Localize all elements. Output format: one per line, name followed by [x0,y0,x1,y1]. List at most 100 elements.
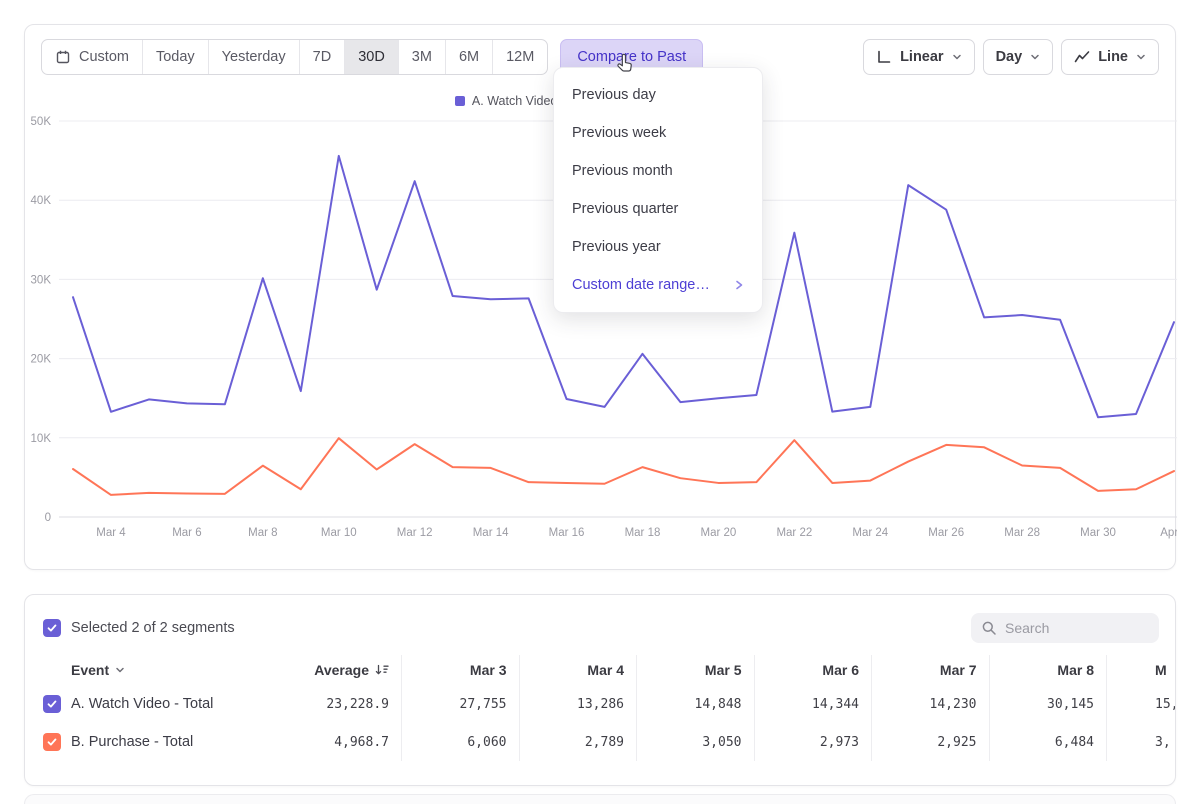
column-header-mar4[interactable]: Mar 4 [519,655,637,685]
menu-item-previous-year[interactable]: Previous year [554,228,762,266]
segments-table-panel: Selected 2 of 2 segments Event Averag [24,594,1176,786]
segments-header-bar: Selected 2 of 2 segments [25,595,1175,643]
column-header-average[interactable]: Average [283,655,401,685]
cell-mar3: 27,755 [401,685,519,723]
checkmark-icon [46,698,58,710]
range-7d-button[interactable]: 7D [299,40,345,74]
segment-name-cell: A. Watch Video - Total [25,685,283,723]
table-row-purchase[interactable]: B. Purchase - Total 4,968.7 6,060 2,789 … [25,723,1175,761]
segments-table: Event Average Mar 3 Mar 4 Mar 5 Mar [25,655,1175,761]
chevron-down-icon [952,52,962,62]
average-header-label: Average [314,662,369,678]
column-header-mar8[interactable]: Mar 8 [989,655,1107,685]
svg-text:Apr 1: Apr 1 [1160,527,1177,539]
range-label-30d: 30D [358,49,385,65]
cell-average: 4,968.7 [283,723,401,761]
svg-text:Mar 14: Mar 14 [473,527,509,539]
scale-dropdown[interactable]: Linear [863,39,975,75]
svg-text:Mar 22: Mar 22 [776,527,812,539]
svg-text:Mar 12: Mar 12 [397,527,433,539]
svg-text:Mar 6: Mar 6 [172,527,201,539]
range-12m-button[interactable]: 12M [492,40,547,74]
cell-clipped: 15, [1106,685,1176,723]
selected-segments-text: Selected 2 of 2 segments [71,620,235,636]
chevron-right-icon [734,279,744,291]
row-checkbox-purchase[interactable] [43,733,61,751]
cell-average: 23,228.9 [283,685,401,723]
search-icon [981,620,997,636]
custom-range-icon [55,49,71,65]
row-checkbox-watch-video[interactable] [43,695,61,713]
chevron-down-icon [1030,52,1040,62]
menu-item-previous-month[interactable]: Previous month [554,152,762,190]
range-label-6m: 6M [459,49,479,65]
table-row-watch-video[interactable]: A. Watch Video - Total 23,228.9 27,755 1… [25,685,1175,723]
checkmark-icon [46,622,58,634]
column-header-event[interactable]: Event [25,655,283,685]
column-header-mar7[interactable]: Mar 7 [871,655,989,685]
range-label-yesterday: Yesterday [222,49,286,65]
svg-text:Mar 16: Mar 16 [549,527,585,539]
segment-name: B. Purchase - Total [71,734,193,750]
range-today-button[interactable]: Today [142,40,208,74]
search-input[interactable] [971,613,1159,643]
cell-mar6: 2,973 [754,723,872,761]
menu-item-previous-quarter[interactable]: Previous quarter [554,190,762,228]
svg-text:Mar 26: Mar 26 [928,527,964,539]
svg-text:Mar 20: Mar 20 [701,527,737,539]
segment-name: A. Watch Video - Total [71,696,213,712]
column-header-mar6[interactable]: Mar 6 [754,655,872,685]
compare-to-past-menu: Previous day Previous week Previous mont… [553,67,763,313]
column-header-clipped[interactable]: M [1106,655,1175,685]
menu-item-previous-day[interactable]: Previous day [554,76,762,114]
cell-mar7: 14,230 [871,685,989,723]
axis-icon [876,49,892,65]
svg-text:20K: 20K [31,354,52,366]
sort-descending-icon [375,663,389,677]
table-header-row: Event Average Mar 3 Mar 4 Mar 5 Mar [25,655,1175,685]
menu-item-custom-date-range[interactable]: Custom date range… [554,266,762,304]
interval-label: Day [996,49,1023,65]
cell-mar5: 14,848 [636,685,754,723]
segment-name-cell: B. Purchase - Total [25,723,283,761]
next-panel-edge [24,794,1176,804]
svg-text:40K: 40K [31,195,52,207]
chart-display-controls: Linear Day Line [863,39,1159,75]
chevron-down-icon [115,665,125,675]
svg-text:Mar 18: Mar 18 [625,527,661,539]
cell-mar4: 13,286 [519,685,637,723]
legend-swatch-watch-video [455,96,465,106]
range-30d-button[interactable]: 30D [344,40,398,74]
scale-label: Linear [900,49,944,65]
cell-clipped: 3, [1106,723,1175,761]
cell-mar3: 6,060 [401,723,519,761]
range-6m-button[interactable]: 6M [445,40,492,74]
cell-mar8: 30,145 [989,685,1107,723]
select-all-checkbox[interactable] [43,619,61,637]
range-custom-button[interactable]: Custom [42,40,142,74]
range-label-12m: 12M [506,49,534,65]
range-yesterday-button[interactable]: Yesterday [208,40,299,74]
svg-text:Mar 24: Mar 24 [852,527,888,539]
date-range-control: Custom Today Yesterday 7D 30D 3M 6M 12M [41,39,548,75]
cell-mar8: 6,484 [989,723,1107,761]
svg-text:30K: 30K [31,274,52,286]
interval-dropdown[interactable]: Day [983,39,1054,75]
svg-text:Mar 28: Mar 28 [1004,527,1040,539]
svg-text:Mar 8: Mar 8 [248,527,277,539]
column-header-mar5[interactable]: Mar 5 [636,655,754,685]
range-label-7d: 7D [313,49,332,65]
menu-item-previous-week[interactable]: Previous week [554,114,762,152]
range-3m-button[interactable]: 3M [398,40,445,74]
chart-type-dropdown[interactable]: Line [1061,39,1159,75]
svg-text:50K: 50K [31,116,52,128]
svg-text:Mar 30: Mar 30 [1080,527,1116,539]
cell-mar6: 14,344 [754,685,872,723]
cell-mar5: 3,050 [636,723,754,761]
range-label-3m: 3M [412,49,432,65]
line-chart-icon [1074,49,1090,65]
checkmark-icon [46,736,58,748]
chart-panel: Custom Today Yesterday 7D 30D 3M 6M 12M … [24,24,1176,570]
cell-mar4: 2,789 [519,723,637,761]
column-header-mar3[interactable]: Mar 3 [401,655,519,685]
